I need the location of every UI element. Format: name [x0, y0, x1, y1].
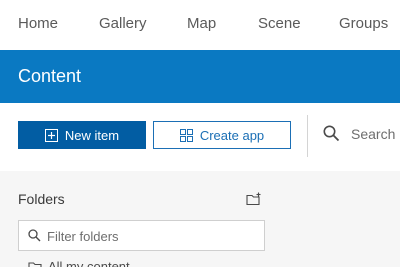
folder-item-label: All my content	[48, 259, 130, 267]
folder-icon	[28, 261, 42, 267]
search-icon	[28, 229, 41, 242]
filter-folders-field[interactable]	[18, 220, 265, 251]
nav-item-scene[interactable]: Scene	[258, 15, 301, 32]
new-item-button[interactable]: New item	[18, 121, 146, 149]
nav-item-map[interactable]: Map	[187, 15, 216, 32]
folder-item-all-my-content[interactable]: All my content	[28, 259, 130, 267]
search-icon[interactable]	[323, 125, 340, 142]
app-grid-icon	[179, 128, 193, 142]
content-toolbar: New item Create app Search	[0, 103, 400, 171]
plus-square-icon	[44, 128, 58, 142]
toolbar-divider	[307, 115, 308, 157]
top-nav: Home Gallery Map Scene Groups	[0, 0, 400, 50]
folders-heading: Folders	[18, 191, 65, 207]
new-item-label: New item	[64, 127, 120, 143]
search-input[interactable]: Search	[351, 126, 395, 142]
filter-folders-input[interactable]	[47, 227, 257, 245]
nav-item-home[interactable]: Home	[18, 15, 58, 32]
folders-panel: Folders All my content	[0, 171, 400, 267]
add-folder-icon[interactable]	[246, 192, 262, 206]
nav-item-groups[interactable]: Groups	[339, 15, 388, 32]
nav-item-gallery[interactable]: Gallery	[99, 15, 147, 32]
create-app-label: Create app	[199, 127, 265, 143]
page-title: Content	[18, 66, 82, 86]
create-app-button[interactable]: Create app	[153, 121, 291, 149]
content-banner: Content	[0, 50, 400, 103]
